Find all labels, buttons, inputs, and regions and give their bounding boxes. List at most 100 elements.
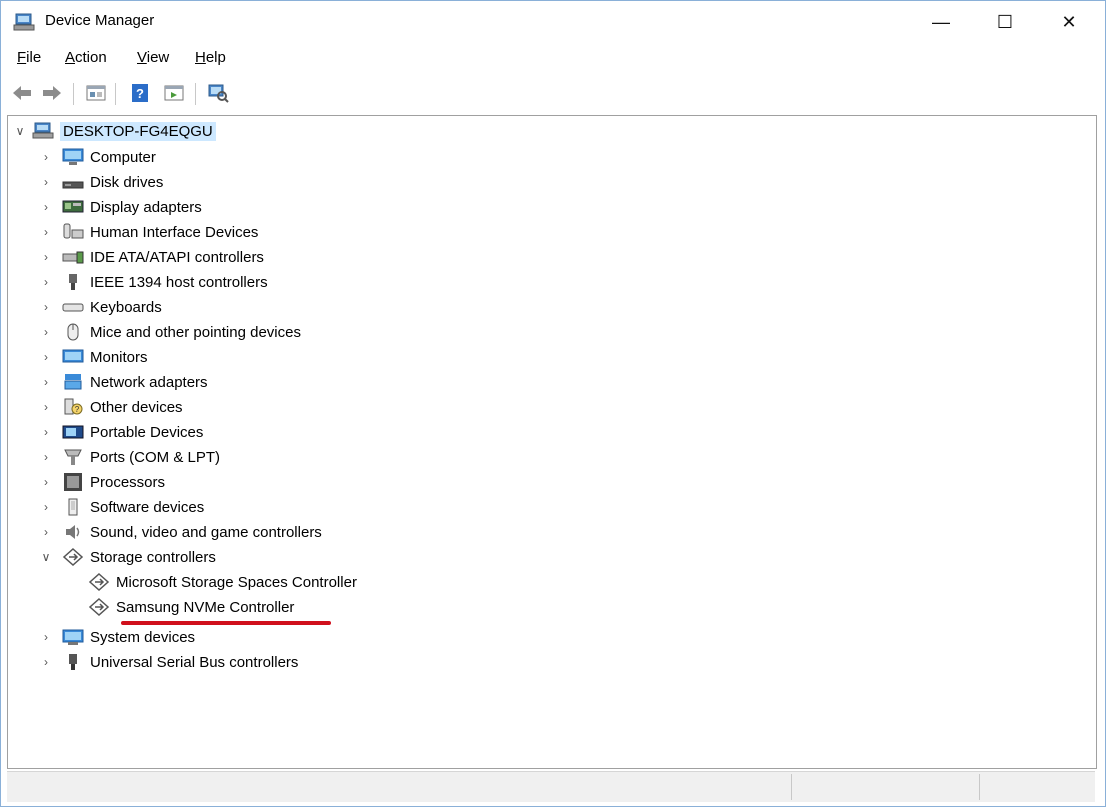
tree-item-system-devices[interactable]: › System devices <box>38 625 195 649</box>
toolbar-separator <box>115 83 116 105</box>
toolbar-separator <box>73 83 74 105</box>
update-icon <box>164 85 184 101</box>
menu-view[interactable]: View <box>137 49 169 66</box>
minimize-button[interactable]: — <box>913 1 969 43</box>
expand-chevron-icon[interactable]: › <box>38 250 54 264</box>
expand-chevron-icon[interactable]: › <box>38 225 54 239</box>
expand-chevron-icon[interactable]: › <box>38 475 54 489</box>
menu-file-accel: F <box>17 49 27 66</box>
computer-icon <box>62 148 84 166</box>
tree-item-label: Universal Serial Bus controllers <box>90 653 299 671</box>
maximize-button[interactable]: ☐ <box>977 1 1033 43</box>
tree-root[interactable]: ∨ DESKTOP-FG4EQGU <box>12 119 216 143</box>
tree-item-label: Display adapters <box>90 198 202 216</box>
tree-item-samsung-nvme[interactable]: Samsung NVMe Controller <box>64 595 294 619</box>
tree-item-sound-video[interactable]: › Sound, video and game controllers <box>38 520 322 544</box>
tree-item-disk-drives[interactable]: › Disk drives <box>38 170 163 194</box>
tree-item-processors[interactable]: › Processors <box>38 470 165 494</box>
expand-chevron-icon[interactable]: › <box>38 500 54 514</box>
computer-root-icon <box>32 122 54 140</box>
forward-button[interactable] <box>39 81 65 105</box>
expand-chevron-icon[interactable]: › <box>38 150 54 164</box>
tree-item-monitors[interactable]: › Monitors <box>38 345 148 369</box>
menu-view-label: iew <box>146 49 170 66</box>
display-adapter-icon <box>62 198 84 216</box>
network-adapter-icon <box>62 373 84 391</box>
collapse-chevron-icon[interactable]: ∨ <box>38 550 54 564</box>
toolbar: ? <box>1 77 1105 111</box>
expand-chevron-icon[interactable]: › <box>38 350 54 364</box>
expand-chevron-icon[interactable]: › <box>38 200 54 214</box>
keyboard-icon <box>62 298 84 316</box>
tree-item-storage-controllers[interactable]: ∨ Storage controllers <box>38 545 216 569</box>
help-button[interactable]: ? <box>127 81 153 105</box>
tree-item-ide-ata-atapi[interactable]: › IDE ATA/ATAPI controllers <box>38 245 264 269</box>
tree-item-ieee-1394[interactable]: › IEEE 1394 host controllers <box>38 270 268 294</box>
expand-chevron-icon[interactable]: › <box>38 300 54 314</box>
back-button[interactable] <box>9 81 35 105</box>
update-driver-button[interactable] <box>161 81 187 105</box>
port-icon <box>62 448 84 466</box>
tree-item-label: Mice and other pointing devices <box>90 323 301 341</box>
expand-chevron-icon[interactable]: › <box>38 400 54 414</box>
menu-action[interactable]: Action <box>65 49 107 66</box>
expand-chevron-icon[interactable]: › <box>38 655 54 669</box>
tree-item-label: Storage controllers <box>90 548 216 566</box>
menu-file-label: ile <box>26 49 42 66</box>
scan-hardware-icon <box>208 84 229 103</box>
speaker-icon <box>62 523 84 541</box>
status-separator <box>791 774 792 800</box>
menu-help-label: elp <box>205 49 226 66</box>
tree-item-label: Software devices <box>90 498 205 516</box>
monitor-icon <box>62 348 84 366</box>
status-separator <box>979 774 980 800</box>
scan-hardware-button[interactable] <box>205 81 231 105</box>
close-button[interactable]: ✕ <box>1041 1 1097 43</box>
expand-chevron-icon[interactable]: › <box>38 175 54 189</box>
title-bar: Device Manager — ☐ ✕ <box>1 1 1105 43</box>
ide-controller-icon <box>62 248 84 266</box>
tree-item-computer[interactable]: › Computer <box>38 145 156 169</box>
tree-item-portable-devices[interactable]: › Portable Devices <box>38 420 203 444</box>
expand-chevron-icon[interactable]: › <box>38 275 54 289</box>
tree-item-other-devices[interactable]: › ? Other devices <box>38 395 183 419</box>
tree-item-display-adapters[interactable]: › Display adapters <box>38 195 202 219</box>
svg-text:?: ? <box>75 405 80 414</box>
tree-item-label: Human Interface Devices <box>90 223 259 241</box>
window-title: Device Manager <box>45 12 155 29</box>
tree-item-label: Microsoft Storage Spaces Controller <box>116 573 357 591</box>
expand-chevron-icon[interactable]: › <box>38 525 54 539</box>
tree-item-label: Sound, video and game controllers <box>90 523 322 541</box>
storage-controller-icon <box>62 548 84 566</box>
expand-chevron-icon[interactable]: › <box>38 630 54 644</box>
hid-icon <box>62 223 84 241</box>
tree-item-software-devices[interactable]: › Software devices <box>38 495 204 519</box>
properties-button[interactable] <box>83 81 109 105</box>
tree-item-keyboards[interactable]: › Keyboards <box>38 295 162 319</box>
computer-name: DESKTOP-FG4EQGU <box>60 121 216 141</box>
expand-chevron-icon[interactable]: › <box>38 325 54 339</box>
device-tree[interactable]: ∨ DESKTOP-FG4EQGU › Computer › Disk driv… <box>7 115 1097 769</box>
tree-item-label: Keyboards <box>90 298 162 316</box>
tree-item-label: Monitors <box>90 348 148 366</box>
expand-chevron-icon[interactable]: › <box>38 450 54 464</box>
collapse-chevron-icon[interactable]: ∨ <box>12 124 28 138</box>
tree-item-mice[interactable]: › Mice and other pointing devices <box>38 320 301 344</box>
expand-chevron-icon[interactable]: › <box>38 425 54 439</box>
menu-help[interactable]: Help <box>195 49 226 66</box>
tree-item-human-interface-devices[interactable]: › Human Interface Devices <box>38 220 258 244</box>
tree-item-microsoft-storage-spaces[interactable]: Microsoft Storage Spaces Controller <box>64 570 357 594</box>
expand-chevron-icon[interactable]: › <box>38 375 54 389</box>
tree-item-usb-controllers[interactable]: › Universal Serial Bus controllers <box>38 650 298 674</box>
menu-file[interactable]: File <box>17 49 41 66</box>
storage-controller-icon <box>88 598 110 616</box>
menu-action-accel: A <box>65 49 76 66</box>
tree-item-network-adapters[interactable]: › Network adapters <box>38 370 208 394</box>
tree-item-ports[interactable]: › Ports (COM & LPT) <box>38 445 220 469</box>
tree-item-label: System devices <box>90 628 196 646</box>
toolbar-separator <box>195 83 196 105</box>
tree-item-label: Ports (COM & LPT) <box>90 448 221 466</box>
forward-icon <box>43 86 61 100</box>
device-manager-icon <box>13 12 35 32</box>
storage-controller-icon <box>88 573 110 591</box>
